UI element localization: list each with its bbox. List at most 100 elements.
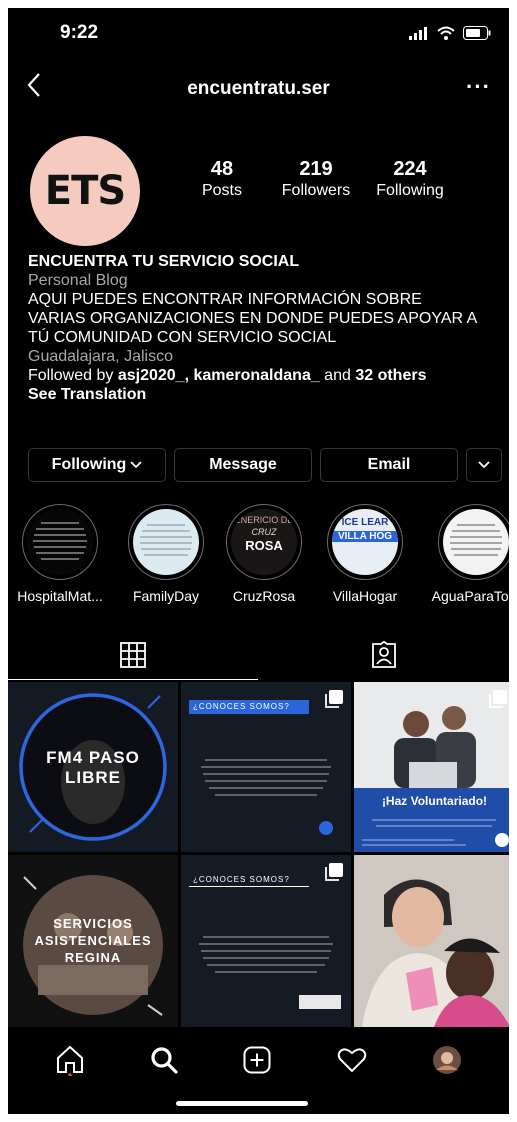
message-button[interactable]: Message <box>174 448 312 482</box>
post-title-line: LIBRE <box>65 768 121 787</box>
following-button[interactable]: Following <box>28 448 166 482</box>
post-title-line: SERVICIOS <box>53 916 133 931</box>
highlight-label: CruzRosa <box>232 588 296 604</box>
bio-line-3: TÚ COMUNIDAD CON SERVICIO SOCIAL <box>28 329 337 346</box>
highlight-thumbnail <box>443 509 509 575</box>
followers-count: 219 <box>299 158 333 180</box>
message-button-label: Message <box>209 456 277 473</box>
highlight-item[interactable]: AguaParaTo... <box>428 504 509 604</box>
active-tab-indicator <box>8 679 258 680</box>
post-photo <box>354 706 509 852</box>
highlight-art-text: ROSA <box>245 538 283 553</box>
followed-by[interactable]: Followed by asj2020_, kameronaldana_ and… <box>28 366 503 385</box>
profile-action-buttons: Following Message Email <box>28 448 502 482</box>
profile-display-name: ENCUENTRA TU SERVICIO SOCIAL <box>28 253 300 270</box>
tagged-person-icon <box>372 641 396 668</box>
highlight-thumbnail: ENERICIO DE CRUZ ROSA <box>231 509 297 575</box>
highlight-art-text: VILLA HOG <box>332 531 398 542</box>
highlight-item[interactable]: FamilyDay <box>122 504 210 604</box>
profile-tabs <box>8 630 509 680</box>
highlight-item[interactable]: HospitalMat... <box>16 504 104 604</box>
grid-icon <box>120 642 146 668</box>
highlight-label: HospitalMat... <box>17 588 103 604</box>
profile-bio: ENCUENTRA TU SERVICIO SOCIAL Personal Bl… <box>28 252 503 404</box>
post-thumbnail[interactable]: SERVICIOS ASISTENCIALES REGINA <box>8 855 178 1027</box>
highlight-label: FamilyDay <box>132 588 200 604</box>
highlight-thumbnail: ICE LEAR VILLA HOG <box>332 509 398 575</box>
home-indicator[interactable] <box>176 1101 308 1106</box>
signal-icon <box>409 27 427 40</box>
highlight-ring <box>22 504 98 580</box>
highlight-art-text: ICE LEAR <box>341 517 389 528</box>
followed-by-and: and <box>319 367 356 384</box>
followers-stat[interactable]: 219 Followers <box>272 158 360 202</box>
chevron-down-icon <box>478 461 490 469</box>
profile-username-title: encuentratu.ser <box>187 78 330 99</box>
battery-icon <box>463 26 491 40</box>
status-bar: 9:22 <box>8 8 509 60</box>
post-title-line: FM4 PASO <box>46 748 140 767</box>
followed-by-prefix: Followed by <box>28 367 118 384</box>
home-icon[interactable] <box>55 1044 85 1076</box>
post-thumbnail[interactable]: FM4 PASO LIBRE <box>8 682 178 852</box>
post-title-line: ASISTENCIALES <box>34 933 152 948</box>
new-post-icon[interactable] <box>243 1046 271 1074</box>
post-photo <box>354 855 509 1027</box>
status-time: 9:22 <box>60 22 99 43</box>
post-title-line: REGINA <box>64 950 122 965</box>
post-thumbnail[interactable]: ¡Haz Voluntariado! <box>354 682 509 852</box>
profile-category: Personal Blog <box>28 272 128 289</box>
post-thumbnail[interactable]: ¿CONOCES SOMOS? <box>181 855 351 1027</box>
highlight-ring: ENERICIO DE CRUZ ROSA <box>226 504 302 580</box>
highlight-art-text: ENERICIO DE <box>234 515 294 525</box>
followers-label: Followers <box>281 182 351 199</box>
post-text-lines <box>199 936 341 1009</box>
highlight-ring: ICE LEAR VILLA HOG <box>327 504 403 580</box>
bio-line-1: AQUI PUEDES ENCONTRAR INFORMACIÓN SOBRE <box>28 291 422 308</box>
see-translation-link[interactable]: See Translation <box>28 385 503 404</box>
highlight-label: AguaParaTo... <box>431 588 509 604</box>
highlight-thumbnail <box>133 509 199 575</box>
profile-stats: 48 Posts 219 Followers 224 Following <box>178 158 454 202</box>
post-title: SERVICIOS ASISTENCIALES REGINA <box>8 915 178 966</box>
profile-avatar-icon[interactable] <box>432 1045 462 1075</box>
posts-grid: FM4 PASO LIBRE ¿CONOCES SOMOS? ¡Haz Volu… <box>8 682 509 1027</box>
highlight-art-text: CRUZ <box>251 527 277 537</box>
highlight-item[interactable]: ENERICIO DE CRUZ ROSA CruzRosa <box>220 504 308 604</box>
followed-by-users[interactable]: asj2020_, kameronaldana_ <box>118 367 320 384</box>
following-count: 224 <box>393 158 427 180</box>
tab-tagged[interactable] <box>259 630 509 680</box>
wifi-icon <box>437 26 455 40</box>
post-title: FM4 PASO LIBRE <box>8 748 178 788</box>
post-caption: ¡Haz Voluntariado! <box>381 794 488 808</box>
following-stat[interactable]: 224 Following <box>366 158 454 202</box>
post-text-lines <box>201 759 333 835</box>
highlight-item[interactable]: ICE LEAR VILLA HOG VillaHogar <box>321 504 409 604</box>
highlight-label: VillaHogar <box>332 588 398 604</box>
more-options-icon[interactable]: ··· <box>466 74 491 100</box>
heart-icon[interactable] <box>337 1047 367 1073</box>
post-thumbnail[interactable]: ¿CONOCES SOMOS? <box>181 682 351 852</box>
email-button-label: Email <box>367 456 411 473</box>
search-icon[interactable] <box>150 1046 178 1074</box>
posts-count: 48 <box>210 158 234 180</box>
posts-stat[interactable]: 48 Posts <box>178 158 266 202</box>
profile-avatar[interactable]: ETS <box>30 136 140 246</box>
following-button-label: Following <box>51 456 127 473</box>
tab-posts-grid[interactable] <box>8 630 258 680</box>
profile-nav-bar: encuentratu.ser ··· <box>8 68 509 112</box>
highlight-ring <box>438 504 509 580</box>
email-button[interactable]: Email <box>320 448 458 482</box>
bottom-navigation <box>8 1030 509 1090</box>
profile-location: Guadalajara, Jalisco <box>28 348 173 365</box>
post-thumbnail[interactable] <box>354 855 509 1027</box>
phone-screen: 9:22 encuentratu.ser ··· ETS 48 Posts 21… <box>8 8 509 1114</box>
suggested-accounts-button[interactable] <box>466 448 502 482</box>
status-icons <box>409 26 491 40</box>
story-highlights: HospitalMat... FamilyDay ENERICIO DE CRU… <box>8 504 509 614</box>
posts-label: Posts <box>201 182 242 199</box>
chevron-down-icon <box>130 461 142 469</box>
avatar-logo-text: ETS <box>44 168 126 214</box>
bio-line-2: VARIAS ORGANIZACIONES EN DONDE PUEDES AP… <box>28 310 478 327</box>
followed-by-others[interactable]: 32 others <box>355 367 426 384</box>
